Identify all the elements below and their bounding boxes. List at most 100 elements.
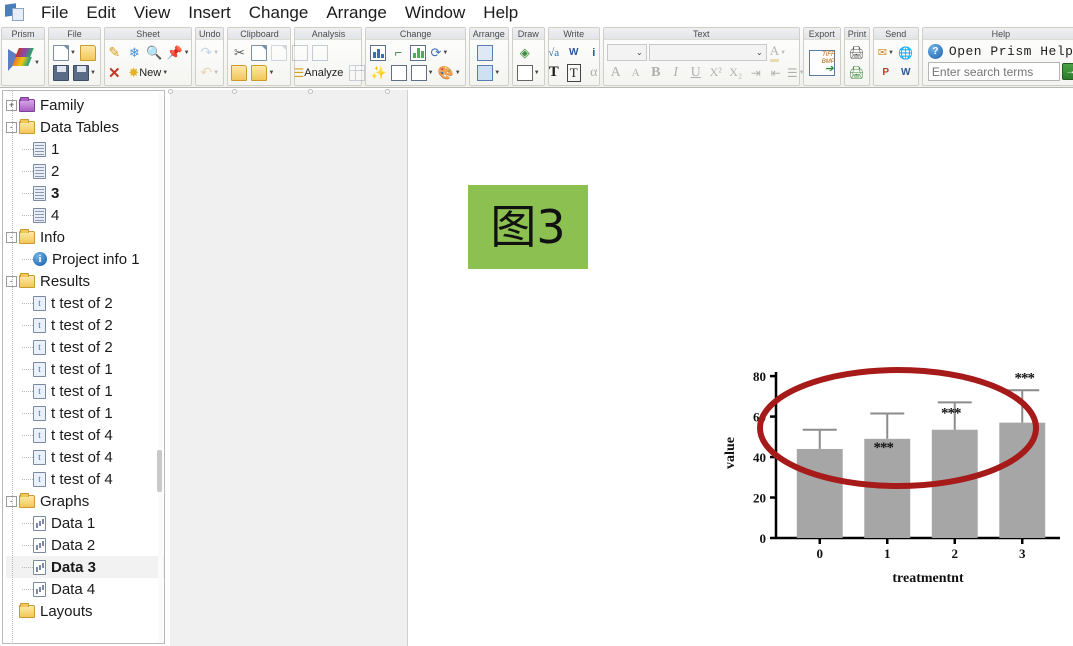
font-color-button[interactable]: A ▼ (769, 43, 787, 62)
open-prism-help-link[interactable]: Open Prism Help (949, 44, 1073, 59)
cut-button[interactable]: ✂ (230, 43, 248, 62)
navigator-item-t-test-of-2[interactable]: t t test of 2 (6, 314, 164, 336)
send-web-button[interactable]: 🌐 (897, 43, 915, 62)
menu-edit[interactable]: Edit (77, 0, 124, 26)
change-colors-button[interactable] (409, 43, 427, 62)
bar-0[interactable] (796, 448, 843, 538)
bar-chart[interactable]: 0 20 40 60 80 value 0 1 *** 2 *** 3 *** treatmentnt (708, 360, 1073, 590)
redo-button[interactable]: ↷ ▼ (199, 43, 220, 62)
navigator-item-t-test-of-2[interactable]: t t test of 2 (6, 292, 164, 314)
navigator-item-1[interactable]: 1 (6, 138, 164, 160)
indent-decrease-button[interactable]: ⇤ (767, 63, 785, 82)
font-name-select[interactable]: ⌄ (648, 44, 767, 61)
word-insert-button[interactable]: W (565, 43, 583, 62)
analysis-table-button[interactable] (348, 63, 366, 82)
change-axis-button[interactable]: ⌐ (389, 43, 407, 62)
send-back-button[interactable]: ▼ (476, 63, 501, 82)
navigator-scrollbar-thumb[interactable] (157, 450, 162, 492)
menu-view[interactable]: View (125, 0, 180, 26)
paste-button[interactable] (230, 63, 248, 82)
graph-canvas[interactable]: 图3 0 20 40 60 80 value 0 1 *** 2 *** 3 *** treatmentn… (408, 90, 1073, 646)
undo-button[interactable]: ↶ ▼ (199, 63, 220, 82)
symbol-color-button[interactable]: 🎨 ▼ (437, 63, 462, 82)
navigator-item-family[interactable]: +Family (6, 94, 164, 116)
info-insert-button[interactable]: i (585, 43, 603, 62)
new-sheet-button[interactable]: ✸ New ▼ (125, 63, 171, 82)
bring-front-button[interactable] (476, 43, 494, 62)
rename-sheet-button[interactable]: ✎ (105, 43, 123, 62)
menu-insert[interactable]: Insert (179, 0, 240, 26)
delete-sheet-button[interactable]: ✕ (105, 63, 123, 82)
navigator-item-data-2[interactable]: Data 2 (6, 534, 164, 556)
font-size-select[interactable]: ⌄ (606, 44, 647, 61)
navigator-item-t-test-of-4[interactable]: t t test of 4 (6, 468, 164, 490)
navigator-item-layouts[interactable]: Layouts (6, 600, 164, 622)
draw-shape-button[interactable]: ◈ (516, 43, 534, 62)
navigator-item-graphs[interactable]: -Graphs (6, 490, 164, 512)
draw-rect-button[interactable]: ▼ (516, 63, 541, 82)
send-powerpoint-button[interactable]: P (877, 63, 895, 82)
indent-increase-button[interactable]: ⇥ (747, 63, 765, 82)
analyze-button[interactable]: ☰ Analyze (291, 63, 347, 82)
subscript-button[interactable]: X₂ (727, 63, 745, 82)
print-preview-button[interactable]: 🖨 (847, 63, 866, 82)
bar-2[interactable] (931, 429, 978, 538)
navigator-item-info[interactable]: -Info (6, 226, 164, 248)
grow-font-button[interactable]: A (607, 63, 625, 82)
open-file-button[interactable] (79, 43, 97, 62)
duplicate-sheet-button[interactable]: 🔍 (145, 43, 163, 62)
magic-button[interactable]: ✨ (369, 63, 387, 82)
navigator-item-t-test-of-4[interactable]: t t test of 4 (6, 446, 164, 468)
navigator-scrollbar-track[interactable] (157, 92, 163, 642)
copy-special-button[interactable] (270, 43, 288, 62)
interpolate-button[interactable] (291, 43, 309, 62)
print-button[interactable]: 🖨 (847, 43, 866, 62)
export-button[interactable]: TIFF BMP ➔ (807, 45, 837, 81)
navigator-item-t-test-of-4[interactable]: t t test of 4 (6, 424, 164, 446)
navigator-panel[interactable]: +Family-Data Tables 1 2 3 4 -Info i Project inf… (2, 90, 165, 644)
pin-sheet-button[interactable]: 📌 ▼ (165, 43, 190, 62)
curve-fit-button[interactable] (311, 43, 329, 62)
rotate-button[interactable]: ⟳ ▼ (429, 43, 449, 62)
menu-help[interactable]: Help (474, 0, 527, 26)
underline-button[interactable]: U (687, 63, 705, 82)
textbox-tool-button[interactable]: T (565, 63, 583, 82)
equation-button[interactable]: √a (545, 43, 563, 62)
text-tool-button[interactable]: T (545, 63, 563, 82)
freeze-sheet-button[interactable]: ❄ (125, 43, 143, 62)
prism-logo-button[interactable]: ▼ (5, 47, 41, 72)
save-button[interactable] (52, 63, 70, 82)
copy-button[interactable] (250, 43, 268, 62)
navigator-item-data-4[interactable]: Data 4 (6, 578, 164, 600)
menu-window[interactable]: Window (396, 0, 474, 26)
navigator-item-project-info-1[interactable]: i Project info 1 (6, 248, 164, 270)
navigator-item-results[interactable]: -Results (6, 270, 164, 292)
help-search-go-button[interactable]: → (1061, 63, 1073, 80)
superscript-button[interactable]: X² (707, 63, 725, 82)
change-graph-type-button[interactable] (369, 43, 387, 62)
send-word-button[interactable]: W (897, 63, 915, 82)
navigator-item-data-3[interactable]: Data 3 (6, 556, 164, 578)
shrink-font-button[interactable]: A (627, 63, 645, 82)
send-email-button[interactable]: ✉ ▼ (877, 43, 895, 62)
scatter-style-button[interactable]: ▼ (410, 63, 435, 82)
bar-3[interactable] (999, 422, 1046, 538)
navigator-item-data-tables[interactable]: -Data Tables (6, 116, 164, 138)
menu-file[interactable]: File (32, 0, 77, 26)
navigator-item-2[interactable]: 2 (6, 160, 164, 182)
bold-button[interactable]: B (647, 63, 665, 82)
new-file-button[interactable]: ▼ (52, 43, 77, 62)
navigator-item-t-test-of-2[interactable]: t t test of 2 (6, 336, 164, 358)
navigator-item-data-1[interactable]: Data 1 (6, 512, 164, 534)
navigator-item-t-test-of-1[interactable]: t t test of 1 (6, 358, 164, 380)
help-search-input[interactable] (927, 62, 1060, 81)
menu-arrange[interactable]: Arrange (317, 0, 395, 26)
italic-button[interactable]: I (667, 63, 685, 82)
navigator-item-t-test-of-1[interactable]: t t test of 1 (6, 380, 164, 402)
navigator-item-t-test-of-1[interactable]: t t test of 1 (6, 402, 164, 424)
paste-special-button[interactable]: ▼ (250, 63, 275, 82)
greek-tool-button[interactable]: α (585, 63, 603, 82)
navigator-item-3[interactable]: 3 (6, 182, 164, 204)
menu-change[interactable]: Change (240, 0, 318, 26)
save-as-button[interactable]: ▼ (72, 63, 97, 82)
